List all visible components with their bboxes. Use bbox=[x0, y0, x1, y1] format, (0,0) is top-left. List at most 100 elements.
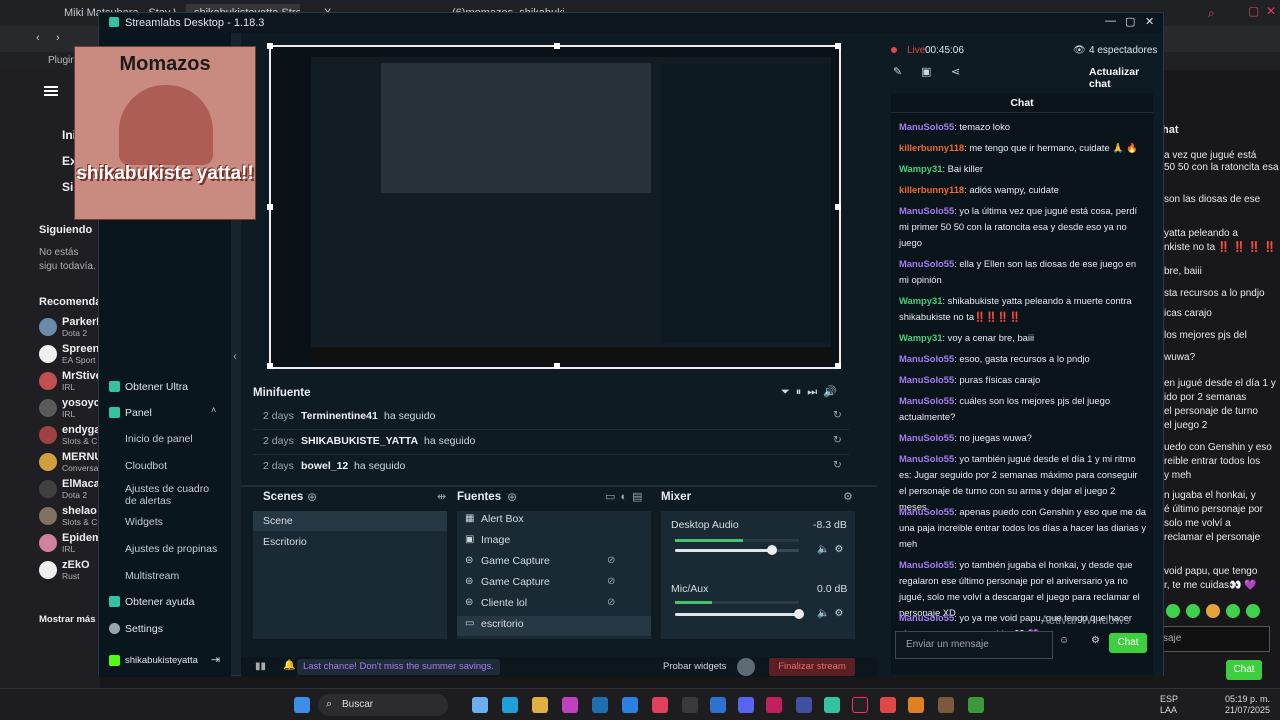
copilot-icon[interactable] bbox=[472, 697, 488, 713]
recommended-channel[interactable]: zEkO bbox=[62, 559, 100, 571]
forward-icon[interactable]: › bbox=[56, 32, 60, 44]
chat-username[interactable]: Wampy31 bbox=[899, 332, 942, 343]
menu-icon[interactable] bbox=[44, 86, 58, 88]
add-source-icon[interactable]: ⊕ bbox=[507, 490, 517, 504]
chat-username[interactable]: Wampy31 bbox=[899, 163, 942, 174]
chat-username[interactable]: ManuSolo55 bbox=[899, 205, 954, 216]
sidebar-item-propinas[interactable]: Ajustes de propinas bbox=[125, 543, 217, 555]
chat-username[interactable]: ManuSolo55 bbox=[899, 121, 954, 132]
feed-user[interactable]: Terminentine41 bbox=[301, 410, 378, 422]
discord-icon[interactable] bbox=[738, 697, 754, 713]
minecraft-icon[interactable] bbox=[968, 697, 984, 713]
source-item[interactable]: Game Capture bbox=[481, 555, 550, 567]
avatar[interactable] bbox=[39, 426, 57, 444]
chat-username[interactable]: ManuSolo55 bbox=[899, 559, 954, 570]
search-icon[interactable]: ⌕ bbox=[1208, 6, 1215, 21]
test-widgets-button[interactable]: Probar widgets bbox=[663, 661, 726, 672]
chat-input-background[interactable]: saje bbox=[1160, 626, 1270, 652]
settings-button[interactable]: Settings bbox=[125, 623, 163, 635]
chat-send-button[interactable]: Chat bbox=[1109, 633, 1147, 653]
recommended-channel[interactable]: yosoyc bbox=[62, 397, 100, 409]
feed-user[interactable]: bowel_12 bbox=[301, 460, 348, 472]
scene-transition-icon[interactable]: ⇹ bbox=[437, 490, 446, 503]
source-item[interactable]: Image bbox=[481, 534, 510, 546]
recommended-channel[interactable]: ParkerD bbox=[62, 316, 100, 328]
chevron-up-icon[interactable]: ˄ bbox=[211, 405, 216, 415]
replay-icon[interactable]: ↻ bbox=[833, 434, 842, 446]
recommended-channel[interactable]: endyga bbox=[62, 424, 100, 436]
visibility-off-icon[interactable]: ⊘ bbox=[607, 597, 615, 608]
clock[interactable]: 05:19 p. m. 21/07/2025 bbox=[1222, 694, 1270, 716]
source-item[interactable]: Alert Box bbox=[481, 513, 524, 525]
maximize-icon[interactable]: ▢ bbox=[1125, 15, 1135, 28]
app-icon[interactable] bbox=[938, 697, 954, 713]
mute-icon[interactable]: 🔈⚙ bbox=[817, 608, 848, 619]
avatar[interactable] bbox=[39, 507, 57, 525]
chat-username[interactable]: ManuSolo55 bbox=[899, 453, 954, 464]
recommended-channel[interactable]: MrStive bbox=[62, 370, 100, 382]
file-explorer-icon[interactable] bbox=[532, 697, 548, 713]
minifeed-controls-icons[interactable]: ⏷⏸⏭🔊 bbox=[781, 385, 843, 399]
chat-send-button[interactable]: Chat bbox=[1226, 660, 1262, 680]
app-icon[interactable] bbox=[796, 697, 812, 713]
sidebar-item-widgets[interactable]: Widgets bbox=[125, 516, 163, 528]
close-icon[interactable]: ✕ bbox=[1145, 15, 1154, 28]
opera-icon[interactable] bbox=[562, 697, 578, 713]
volume-slider[interactable] bbox=[675, 545, 799, 555]
source-item[interactable]: escritorio bbox=[481, 618, 524, 630]
avatar[interactable] bbox=[39, 345, 57, 363]
mute-icon[interactable]: 🔈⚙ bbox=[817, 544, 848, 555]
add-scene-icon[interactable]: ⊕ bbox=[307, 490, 317, 504]
back-icon[interactable]: ‹ bbox=[36, 32, 40, 44]
scene-item[interactable]: Scene bbox=[263, 515, 293, 527]
store-icon[interactable] bbox=[622, 697, 638, 713]
visibility-off-icon[interactable]: ⊘ bbox=[607, 576, 615, 587]
stats-icon[interactable]: ▮▮ bbox=[255, 661, 266, 672]
avatar[interactable] bbox=[39, 318, 57, 336]
recommended-channel[interactable]: Epidem bbox=[62, 532, 100, 544]
vscode-icon[interactable] bbox=[592, 697, 608, 713]
avatar[interactable] bbox=[39, 534, 57, 552]
close-icon[interactable]: ✕ bbox=[1266, 4, 1276, 18]
visibility-off-icon[interactable]: ⊘ bbox=[607, 555, 615, 566]
recommended-channel[interactable]: ElMaca bbox=[62, 478, 100, 490]
source-item[interactable]: Game Capture bbox=[481, 576, 550, 588]
share-icon[interactable]: ⋖ bbox=[951, 65, 960, 78]
avatar[interactable] bbox=[39, 453, 57, 471]
edit-icon[interactable]: ✎ bbox=[893, 65, 902, 78]
obtener-ayuda-button[interactable]: Obtener ayuda bbox=[125, 596, 194, 608]
promo-banner[interactable]: Last chance! Don't miss the summer savin… bbox=[297, 659, 500, 675]
windows-start-icon[interactable] bbox=[294, 697, 310, 713]
sidebar-item-inicio[interactable]: Inicio de panel bbox=[125, 433, 193, 445]
chat-username[interactable]: killerbunny118 bbox=[899, 142, 964, 153]
recommended-channel[interactable]: Spreen bbox=[62, 343, 100, 355]
source-item[interactable]: Cliente lol bbox=[481, 597, 527, 609]
replay-icon[interactable]: ↻ bbox=[833, 409, 842, 421]
feed-user[interactable]: SHIKABUKISTE_YATTA bbox=[301, 435, 418, 447]
app-icon[interactable] bbox=[652, 697, 668, 713]
avatar[interactable] bbox=[39, 480, 57, 498]
stream-preview[interactable] bbox=[267, 43, 841, 369]
language-indicator[interactable]: ESP LAA bbox=[1160, 694, 1178, 716]
avatar[interactable] bbox=[39, 561, 57, 579]
chat-username[interactable]: ManuSolo55 bbox=[899, 432, 954, 443]
chat-username[interactable]: ManuSolo55 bbox=[899, 374, 954, 385]
tiktok-icon[interactable] bbox=[852, 697, 868, 713]
camera-icon[interactable]: ▣ bbox=[921, 65, 931, 78]
bell-icon[interactable]: 🔔 bbox=[283, 660, 295, 671]
gear-icon[interactable]: ⚙ bbox=[1091, 635, 1100, 646]
user-name[interactable]: shikabukisteyatta bbox=[125, 655, 198, 666]
source-tools-icons[interactable]: ▭◐▤ bbox=[605, 490, 647, 503]
show-more-link[interactable]: Mostrar más bbox=[39, 614, 96, 625]
emoji-icon[interactable]: ☺ bbox=[1059, 635, 1069, 646]
update-chat-button[interactable]: Actualizar chat bbox=[1089, 66, 1163, 90]
chat-username[interactable]: ManuSolo55 bbox=[899, 353, 954, 364]
sidebar-item-alertas[interactable]: Ajustes de cuadro de alertas bbox=[125, 483, 221, 507]
logout-icon[interactable]: ⇥ bbox=[211, 653, 220, 666]
app-icon[interactable] bbox=[766, 697, 782, 713]
edge-icon[interactable] bbox=[502, 697, 518, 713]
chat-username[interactable]: ManuSolo55 bbox=[899, 506, 954, 517]
minimize-icon[interactable]: — bbox=[1105, 15, 1116, 27]
avatar[interactable] bbox=[39, 372, 57, 390]
app-icon[interactable] bbox=[710, 697, 726, 713]
